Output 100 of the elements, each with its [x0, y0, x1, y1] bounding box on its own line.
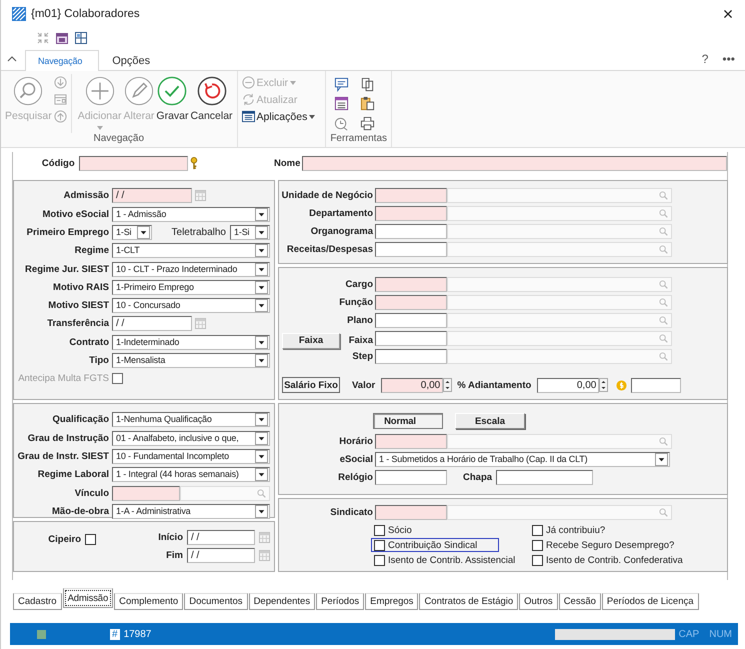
date-field[interactable]: / /: [112, 188, 192, 204]
dropdown-field[interactable]: 1-CLT: [112, 243, 270, 258]
lookup-field[interactable]: [447, 434, 672, 449]
help-button[interactable]: ?: [702, 52, 708, 66]
date-field[interactable]: / /: [187, 530, 255, 545]
fixed-salary-button[interactable]: Salário Fixo: [282, 377, 340, 393]
dropdown-field[interactable]: 1-A - Administrativa: [112, 504, 270, 519]
clock-number-field[interactable]: [375, 470, 447, 485]
range-button[interactable]: Faixa: [282, 332, 340, 348]
tab[interactable]: Contratos de Estágio: [419, 593, 518, 610]
dropdown-field[interactable]: 10 - CLT - Prazo Indeterminado: [112, 262, 270, 277]
clock-icon[interactable]: [334, 116, 350, 131]
tab[interactable]: Empregos: [365, 593, 418, 610]
badge-number-field[interactable]: [496, 470, 594, 485]
dropdown-field[interactable]: 1-Si: [230, 225, 270, 240]
date-field[interactable]: / /: [187, 548, 255, 563]
checkbox[interactable]: [374, 524, 385, 536]
comment-icon[interactable]: [334, 77, 350, 92]
lookup-field[interactable]: [447, 224, 672, 239]
code-field[interactable]: [375, 331, 447, 346]
mode-button[interactable]: Escala: [455, 413, 525, 429]
code-field[interactable]: [375, 277, 447, 292]
pencil-icon: [124, 76, 154, 106]
close-button[interactable]: ×: [711, 4, 745, 24]
code-field[interactable]: [375, 224, 447, 239]
code-field[interactable]: [375, 349, 447, 364]
copy-icon[interactable]: [360, 77, 376, 92]
plus-icon: [84, 76, 115, 106]
code-field[interactable]: [375, 188, 447, 203]
dropdown-field[interactable]: 01 - Analfabeto, inclusive o que,: [112, 430, 270, 446]
lookup-field[interactable]: [447, 242, 672, 257]
dropdown-field[interactable]: 1 - Integral (44 horas semanais): [112, 467, 270, 482]
lookup-field[interactable]: [447, 505, 672, 520]
printer-icon[interactable]: [360, 116, 376, 131]
grid-icon[interactable]: [75, 32, 87, 44]
dropdown-field[interactable]: 1-Primeiro Emprego: [112, 280, 270, 295]
field-label: Qualificação: [52, 414, 109, 426]
minus-icon: [242, 76, 255, 89]
checkbox[interactable]: [532, 554, 543, 566]
lookup-field[interactable]: [447, 206, 672, 221]
applications-button[interactable]: Aplicações: [242, 109, 316, 124]
lookup-field[interactable]: [447, 188, 672, 203]
key-icon[interactable]: [190, 156, 198, 170]
tab[interactable]: Períodos: [316, 593, 364, 610]
tab[interactable]: Dependentes: [248, 593, 316, 610]
code-field[interactable]: [375, 434, 447, 449]
lookup-field[interactable]: [447, 349, 672, 364]
lookup-field[interactable]: [447, 313, 672, 328]
tab[interactable]: Períodos de Licença: [602, 593, 699, 610]
lookup-field[interactable]: [447, 295, 672, 310]
dropdown-field[interactable]: 1-Si: [112, 225, 152, 240]
number-field[interactable]: 0,00: [537, 378, 600, 392]
save-button[interactable]: Gravar: [156, 74, 189, 133]
spinner-icon[interactable]: [443, 378, 452, 392]
dropdown-field[interactable]: 1-Mensalista: [112, 352, 270, 368]
number-field[interactable]: 0,00: [381, 378, 444, 392]
form-icon[interactable]: [334, 96, 350, 112]
ribbon-tab[interactable]: Navegação: [25, 50, 100, 71]
dropdown-field[interactable]: 10 - Concursado: [112, 298, 270, 314]
currency-field[interactable]: [631, 378, 682, 392]
checkbox[interactable]: [374, 540, 385, 550]
tab[interactable]: Admissão: [62, 588, 114, 608]
code-field[interactable]: [375, 206, 447, 221]
dropdown-field[interactable]: 1-Nenhuma Qualificação: [112, 412, 270, 428]
dropdown-field[interactable]: 1-Indeterminado: [112, 334, 270, 350]
spinner-icon[interactable]: [599, 378, 608, 392]
lookup-field[interactable]: [447, 277, 672, 292]
lookup-field[interactable]: [180, 486, 270, 501]
paste-icon[interactable]: [360, 96, 376, 112]
checkbox[interactable]: [532, 540, 543, 550]
field-label: Chapa: [463, 472, 492, 483]
code-field[interactable]: [375, 242, 447, 257]
code-field[interactable]: [112, 486, 180, 501]
collapse-ribbon-icon[interactable]: [7, 56, 17, 62]
code-field[interactable]: [375, 505, 447, 520]
code-field[interactable]: [375, 295, 447, 310]
more-button[interactable]: •••: [722, 52, 735, 66]
checkbox[interactable]: [532, 524, 543, 536]
checkbox[interactable]: [374, 554, 385, 566]
tab[interactable]: Outros: [519, 593, 558, 610]
calendar-icon[interactable]: [56, 32, 68, 44]
date-field[interactable]: / /: [112, 316, 192, 332]
ribbon-tab[interactable]: Opções: [99, 50, 164, 71]
cancel-button[interactable]: Cancelar: [190, 74, 233, 133]
dropdown-field[interactable]: 1 - Admissão: [112, 206, 270, 222]
name-field[interactable]: [302, 156, 727, 170]
mode-button[interactable]: Normal: [373, 413, 443, 429]
field-label: Primeiro Emprego: [26, 227, 109, 238]
checkbox[interactable]: [85, 534, 96, 545]
tab[interactable]: Cadastro: [13, 593, 62, 610]
field-label: Plano: [346, 315, 373, 326]
tab[interactable]: Complemento: [114, 593, 184, 610]
lookup-field[interactable]: [447, 331, 672, 346]
dropdown-field[interactable]: 1 - Submetidos a Horário de Trabalho (Cap. II da CLT): [375, 452, 670, 467]
tab[interactable]: Cessão: [558, 593, 601, 610]
caret-icon: [309, 114, 316, 118]
code-field[interactable]: [78, 156, 188, 170]
dropdown-field[interactable]: 10 - Fundamental Incompleto: [112, 449, 270, 464]
tab[interactable]: Documentos: [184, 593, 248, 610]
code-field[interactable]: [375, 313, 447, 328]
